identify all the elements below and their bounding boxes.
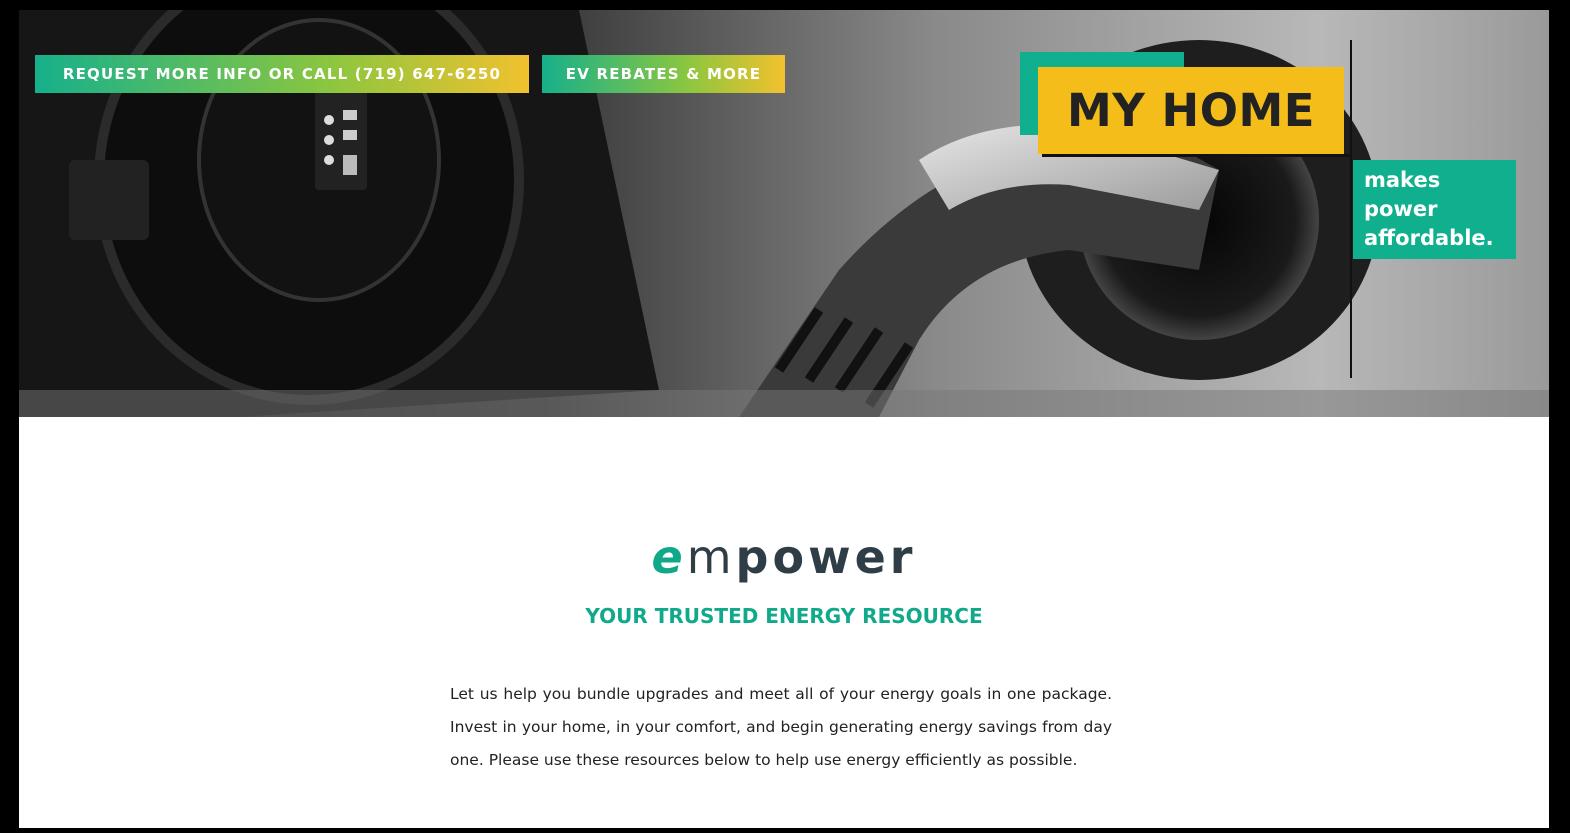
browser-frame: REQUEST MORE INFO OR CALL (719) 647-6250… [0,0,1570,833]
ev-rebates-button[interactable]: EV REBATES & MORE [542,55,785,93]
logo-m: m [686,530,736,584]
brand-title-box: MY HOME [1038,67,1344,154]
tagline: YOUR TRUSTED ENERGY RESOURCE [585,604,983,628]
logo-power: power [735,530,917,584]
brand-tag-line-2: power [1364,197,1438,221]
empower-logo: e m power [19,530,1549,590]
brand-divider-horizontal [1042,154,1350,157]
brand-title: MY HOME [1067,84,1315,137]
brand-tag-line-3: affordable. [1364,226,1494,250]
page: REQUEST MORE INFO OR CALL (719) 647-6250… [19,10,1549,828]
logo-e-mark: e [651,530,687,584]
brand-tagline-box: makes power affordable. [1353,160,1516,259]
intro-paragraph: Let us help you bundle upgrades and meet… [450,685,1112,769]
brand-tag-line-1: makes [1364,168,1441,192]
brand-divider-vertical [1350,40,1352,378]
hero-banner: REQUEST MORE INFO OR CALL (719) 647-6250… [19,10,1549,417]
request-info-button[interactable]: REQUEST MORE INFO OR CALL (719) 647-6250 [35,55,529,93]
